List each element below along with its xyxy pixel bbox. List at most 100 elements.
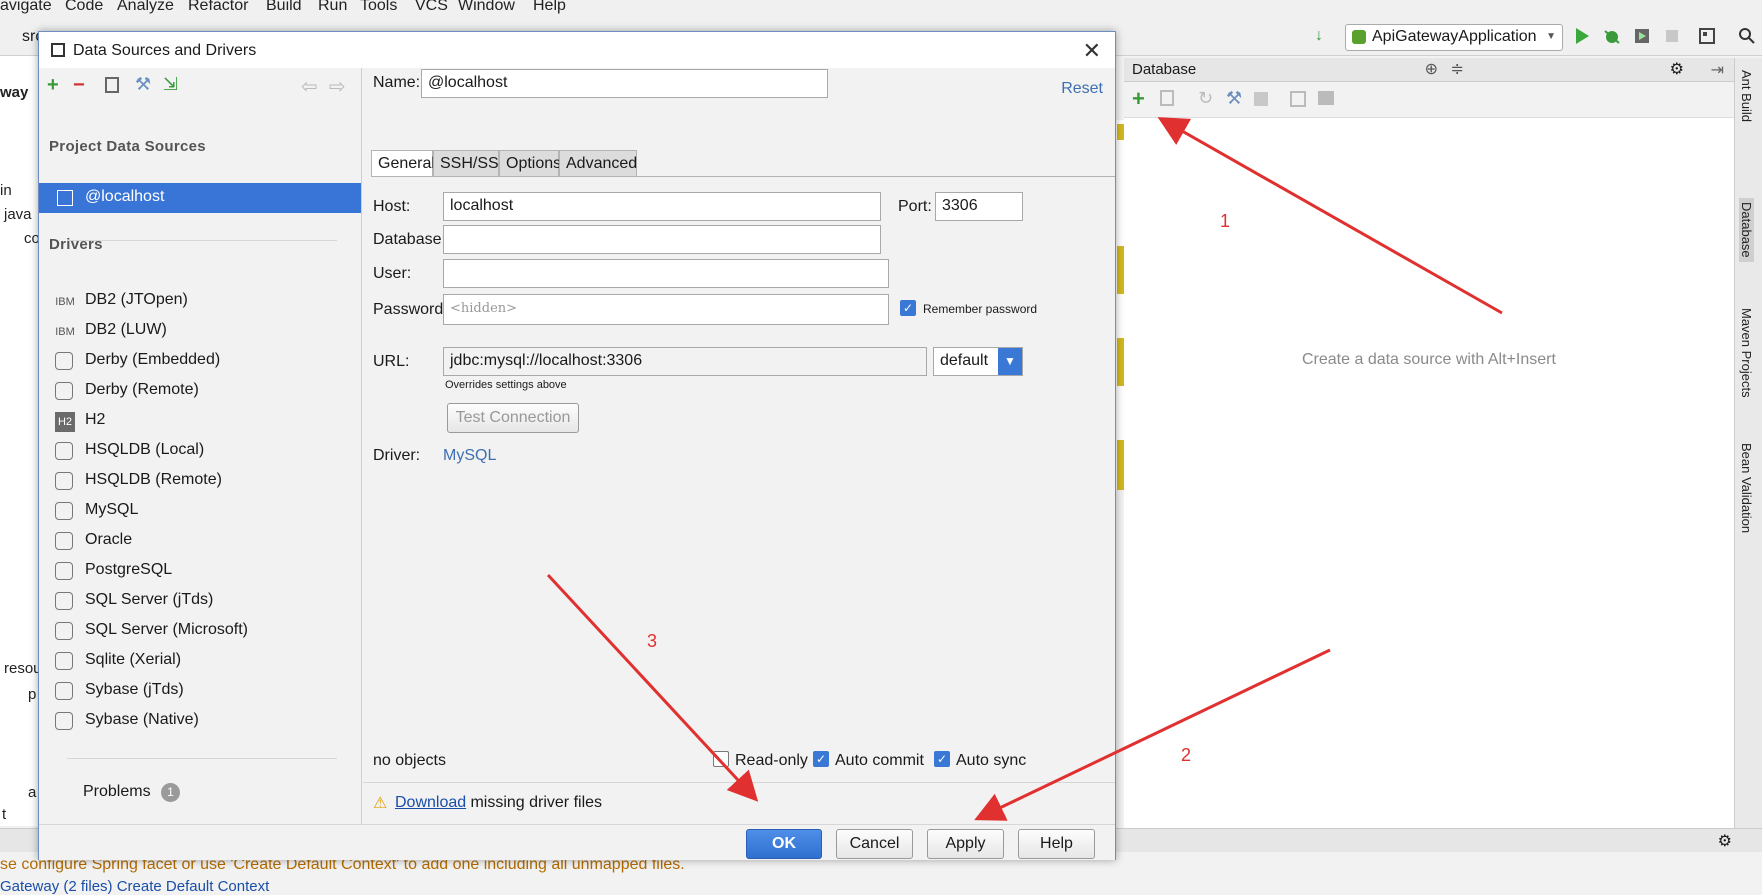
data-sources-sidebar: + − ⚒ ⇲ ⇦ ⇨ Project Data Sources @localh… xyxy=(39,68,362,824)
password-field[interactable]: <hidden> xyxy=(443,294,889,325)
data-source-properties-icon[interactable]: ⚒ xyxy=(1226,88,1242,109)
sybase-icon xyxy=(55,712,73,730)
driver-item[interactable]: Derby (Remote) xyxy=(55,381,345,405)
run-configuration-label: ApiGatewayApplication xyxy=(1372,28,1537,45)
auto-sync-checkbox[interactable]: ✓ xyxy=(934,751,950,767)
menu-tools[interactable]: Tools xyxy=(360,0,397,15)
table-editor-icon[interactable] xyxy=(1290,91,1306,107)
tree-node-fragment[interactable]: p xyxy=(28,686,36,703)
driver-item[interactable]: HSQLDB (Remote) xyxy=(55,471,345,495)
settings-gear-icon[interactable]: ⚙ xyxy=(1718,831,1732,851)
ok-button[interactable]: OK xyxy=(746,829,822,859)
cancel-button[interactable]: Cancel xyxy=(836,829,913,859)
url-mode-select[interactable]: default ▼ xyxy=(933,347,1023,376)
menu-refactor[interactable]: Refactor xyxy=(188,0,248,15)
name-field[interactable]: @localhost xyxy=(421,69,828,98)
test-connection-button[interactable]: Test Connection xyxy=(447,403,579,433)
user-field[interactable] xyxy=(443,259,889,288)
tab-ssh-ssl[interactable]: SSH/SSL xyxy=(433,150,508,177)
tree-node-fragment[interactable]: a xyxy=(28,784,36,801)
remove-icon[interactable]: − xyxy=(73,74,85,97)
database-empty-hint: Create a data source with Alt+Insert xyxy=(1302,351,1556,368)
run-icon[interactable] xyxy=(1573,27,1591,45)
driver-item[interactable]: Oracle xyxy=(55,531,345,555)
hide-icon[interactable]: ⇥ xyxy=(1711,60,1724,80)
scroll-from-source-icon[interactable]: ⊕ xyxy=(1425,59,1438,79)
right-tool-strip: Ant Build Database Maven Projects Bean V… xyxy=(1734,58,1762,828)
import-icon[interactable]: ⇲ xyxy=(163,74,178,95)
driver-item[interactable]: H2 H2 xyxy=(55,411,345,435)
help-button[interactable]: Help xyxy=(1018,829,1095,859)
driver-item[interactable]: MySQL xyxy=(55,501,345,525)
tool-window-database[interactable]: Database xyxy=(1739,198,1754,262)
tool-window-ant-build[interactable]: Ant Build xyxy=(1739,70,1754,122)
tree-node-fragment[interactable]: in xyxy=(0,182,12,199)
driver-item[interactable]: SQL Server (Microsoft) xyxy=(55,621,345,645)
driver-item[interactable]: SQL Server (jTds) xyxy=(55,591,345,615)
stop-icon[interactable] xyxy=(1663,27,1681,45)
auto-commit-checkbox[interactable]: ✓ xyxy=(813,751,829,767)
driver-settings-icon[interactable]: ⚒ xyxy=(135,74,151,95)
add-data-source-icon[interactable]: + xyxy=(1132,86,1145,112)
menu-code[interactable]: Code xyxy=(65,0,103,15)
vcs-update-icon[interactable]: ↓ xyxy=(1315,27,1333,45)
driver-item[interactable]: Sybase (jTds) xyxy=(55,681,345,705)
settings-gear-icon[interactable]: ⚙ xyxy=(1670,59,1684,79)
menu-run[interactable]: Run xyxy=(318,0,347,15)
annotation-label-2: 2 xyxy=(1181,745,1192,765)
driver-item[interactable]: HSQLDB (Local) xyxy=(55,441,345,465)
driver-item[interactable]: PostgreSQL xyxy=(55,561,345,585)
tree-node-fragment[interactable]: resou xyxy=(4,660,42,677)
menu-window[interactable]: Window xyxy=(458,0,515,15)
read-only-checkbox[interactable] xyxy=(713,751,729,767)
url-field[interactable]: jdbc:mysql://localhost:3306 xyxy=(443,347,927,376)
tool-window-bean-validation[interactable]: Bean Validation xyxy=(1739,443,1754,533)
search-everywhere-icon[interactable] xyxy=(1738,27,1756,45)
driver-label: DB2 (LUW) xyxy=(85,321,167,338)
menu-build[interactable]: Build xyxy=(266,0,302,15)
forward-icon[interactable]: ⇨ xyxy=(329,74,346,99)
project-structure-icon[interactable] xyxy=(1698,27,1716,45)
stop-icon[interactable] xyxy=(1254,92,1268,106)
refresh-icon[interactable]: ↻ xyxy=(1198,88,1213,109)
download-link[interactable]: Download xyxy=(395,794,466,812)
driver-item[interactable]: IBM DB2 (LUW) xyxy=(55,321,345,345)
close-icon[interactable]: ✕ xyxy=(1083,38,1101,64)
driver-link[interactable]: MySQL xyxy=(443,447,496,465)
tree-node-fragment[interactable]: java xyxy=(4,206,32,223)
copy-icon[interactable] xyxy=(1160,90,1174,106)
data-source-item[interactable]: @localhost xyxy=(39,183,361,213)
menu-vcs[interactable]: VCS xyxy=(415,0,448,15)
port-field[interactable]: 3306 xyxy=(935,192,1023,221)
tab-general[interactable]: General xyxy=(371,150,435,177)
add-icon[interactable]: + xyxy=(47,74,59,97)
run-configuration-select[interactable]: ApiGatewayApplication ▼ xyxy=(1345,24,1563,51)
duplicate-icon[interactable] xyxy=(105,77,119,93)
reset-link[interactable]: Reset xyxy=(1061,80,1103,98)
debug-icon[interactable] xyxy=(1603,27,1621,45)
host-field[interactable]: localhost xyxy=(443,192,881,221)
database-field[interactable] xyxy=(443,225,881,254)
console-icon[interactable] xyxy=(1318,91,1334,105)
tab-options[interactable]: Options xyxy=(499,150,561,177)
sqlserver-icon xyxy=(55,622,73,640)
driver-item[interactable]: Derby (Embedded) xyxy=(55,351,345,375)
back-icon[interactable]: ⇦ xyxy=(301,74,318,99)
menu-help[interactable]: Help xyxy=(533,0,566,15)
driver-item[interactable]: Sybase (Native) xyxy=(55,711,345,735)
driver-item[interactable]: Sqlite (Xerial) xyxy=(55,651,345,675)
collapse-all-icon[interactable]: ≑ xyxy=(1451,59,1464,79)
driver-label: HSQLDB (Remote) xyxy=(85,471,222,488)
driver-item[interactable]: IBM DB2 (JTOpen) xyxy=(55,291,345,315)
remember-password-checkbox[interactable]: ✓ xyxy=(900,300,916,316)
coverage-icon[interactable] xyxy=(1633,27,1651,45)
driver-label: HSQLDB (Local) xyxy=(85,441,205,458)
tool-window-maven[interactable]: Maven Projects xyxy=(1739,308,1754,398)
tab-advanced[interactable]: Advanced xyxy=(559,150,637,177)
data-sources-dialog: Data Sources and Drivers ✕ + − ⚒ ⇲ ⇦ ⇨ P… xyxy=(38,31,1116,860)
user-label: User: xyxy=(373,265,412,282)
menu-analyze[interactable]: Analyze xyxy=(117,0,174,15)
problems-link[interactable]: Problems xyxy=(83,783,151,801)
apply-button[interactable]: Apply xyxy=(927,829,1004,859)
menu-navigate[interactable]: avigate xyxy=(0,0,52,15)
